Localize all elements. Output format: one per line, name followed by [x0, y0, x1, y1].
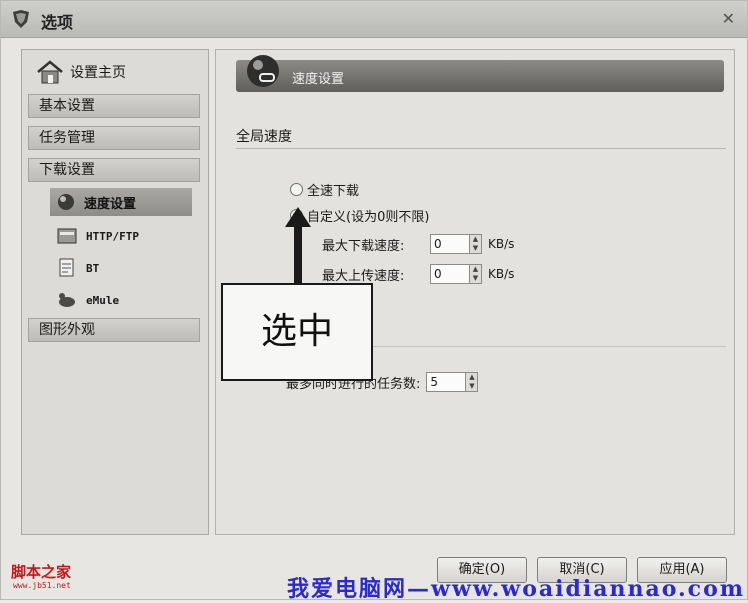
stepper-down-icon[interactable]: ▼: [466, 382, 477, 391]
radio-custom-speed-label: 自定义(设为0则不限): [307, 210, 430, 225]
radio-full-speed-label: 全速下载: [307, 184, 360, 199]
annotation-arrow-icon: [285, 207, 311, 285]
sidebar-item-download[interactable]: 下载设置: [28, 158, 200, 182]
radio-full-speed-indicator[interactable]: [290, 183, 303, 196]
sidebar-item-speed[interactable]: 速度设置: [50, 188, 192, 216]
sidebar-emule-label: eMule: [86, 293, 120, 307]
panel-header-title: 速度设置: [292, 72, 345, 87]
sidebar-bt-label: BT: [86, 261, 100, 275]
stepper-up-icon[interactable]: ▲: [470, 235, 481, 244]
options-window: 选项 ✕ 设置主页 基本设置 任务管理 下载设置 速度设置 HTTP/FTP B…: [0, 0, 748, 602]
max-tasks-stepper[interactable]: ▲ ▼: [466, 372, 479, 392]
stepper-down-icon[interactable]: ▼: [470, 244, 481, 253]
title-bar: 选项 ✕: [1, 1, 747, 38]
sidebar-item-basic[interactable]: 基本设置: [28, 94, 200, 118]
sidebar-item-task[interactable]: 任务管理: [28, 126, 200, 150]
annotation-callout: 选中: [221, 283, 373, 381]
speed-header-icon: [247, 55, 279, 87]
bt-document-icon: [59, 258, 74, 277]
emule-mule-icon: [59, 293, 75, 307]
sidebar: 设置主页 基本设置 任务管理 下载设置 速度设置 HTTP/FTP BT eMu…: [21, 49, 209, 535]
sidebar-item-home[interactable]: 设置主页: [36, 58, 126, 86]
app-shield-icon: [13, 10, 29, 28]
max-tasks-input[interactable]: 5: [426, 372, 467, 392]
sidebar-speed-label: 速度设置: [84, 196, 137, 212]
radio-full-speed[interactable]: 全速下载: [290, 180, 359, 199]
sidebar-item-http-ftp[interactable]: HTTP/FTP: [56, 222, 139, 250]
http-ftp-icon: [57, 228, 77, 244]
sidebar-http-ftp-label: HTTP/FTP: [86, 229, 139, 243]
stepper-up-icon[interactable]: ▲: [466, 373, 477, 382]
section-title-global-speed: 全局速度: [236, 129, 292, 145]
max-upload-input[interactable]: 0: [430, 264, 470, 284]
max-download-input[interactable]: 0: [430, 234, 470, 254]
stepper-up-icon[interactable]: ▲: [470, 265, 481, 274]
stepper-down-icon[interactable]: ▼: [470, 274, 481, 283]
max-download-unit: KB/s: [488, 237, 515, 251]
sidebar-item-appearance[interactable]: 图形外观: [28, 318, 200, 342]
max-upload-row: 最大上传速度: 0 ▲ ▼ KB/s: [322, 264, 514, 284]
sidebar-home-label: 设置主页: [70, 65, 126, 81]
panel-header: 速度设置: [236, 60, 724, 92]
window-title: 选项: [41, 13, 74, 32]
max-download-row: 最大下载速度: 0 ▲ ▼ KB/s: [322, 234, 514, 254]
speed-globe-icon: [58, 194, 74, 210]
sidebar-item-emule[interactable]: eMule: [56, 286, 119, 314]
house-icon: [37, 60, 63, 84]
watermark-bottom: 我爱电脑网—www.woaidiannao.com: [287, 576, 746, 602]
watermark-left-url: www.jb51.net: [13, 581, 71, 590]
max-upload-stepper[interactable]: ▲ ▼: [470, 264, 482, 284]
max-download-label: 最大下载速度:: [322, 238, 405, 254]
watermark-left: 脚本之家: [11, 563, 72, 581]
max-download-stepper[interactable]: ▲ ▼: [470, 234, 482, 254]
max-upload-label: 最大上传速度:: [322, 268, 405, 284]
section-divider: [236, 148, 726, 149]
max-upload-unit: KB/s: [488, 267, 515, 281]
close-icon[interactable]: ✕: [722, 9, 735, 28]
sidebar-item-bt[interactable]: BT: [56, 254, 99, 282]
